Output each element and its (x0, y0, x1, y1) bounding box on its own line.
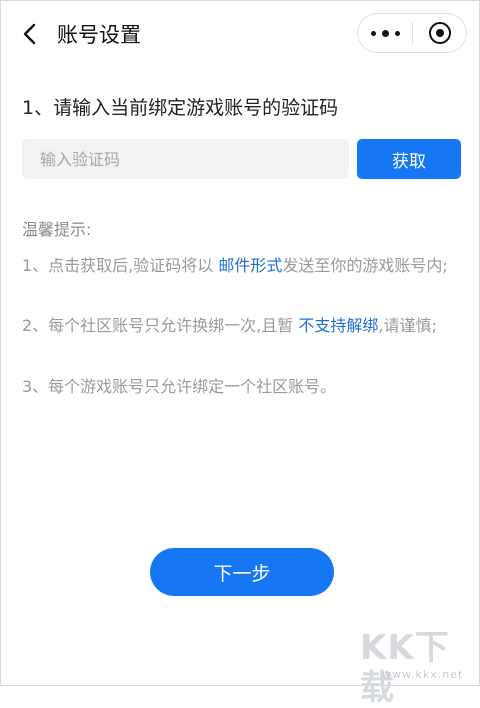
watermark-url: www.kkx.net (382, 668, 464, 681)
more-dots-icon (370, 30, 376, 36)
tip-1-text-before: 1、点击获取后,验证码将以 (22, 256, 219, 275)
watermark: KK下载 www.kkx.net (360, 628, 476, 708)
tip-1-text-after: 发送至你的游戏账号内; (282, 256, 448, 275)
more-dots-icon-right (394, 30, 400, 36)
tip-2-text-after: ,请谨慎; (378, 316, 437, 335)
get-code-button[interactable]: 获取 (357, 139, 461, 179)
navigation-bar: 账号设置 (0, 0, 480, 70)
tip-1-highlight: 邮件形式 (218, 256, 283, 275)
tip-item-1: 1、点击获取后,验证码将以 邮件形式发送至你的游戏账号内; (22, 253, 462, 279)
step-heading: 1、请输入当前绑定游戏账号的验证码 (22, 97, 339, 119)
more-dots-icon-center (381, 29, 389, 37)
tip-2-text-before: 2、每个社区账号只允许换绑一次,且暂 (22, 316, 299, 335)
page-title: 账号设置 (57, 23, 141, 47)
close-button[interactable] (413, 14, 466, 52)
tip-2-highlight: 不支持解绑 (298, 316, 379, 335)
more-button[interactable] (358, 14, 412, 52)
back-button[interactable] (16, 20, 44, 48)
tips-title: 温馨提示: (22, 220, 92, 239)
miniprogram-capsule (357, 13, 467, 53)
next-step-button[interactable]: 下一步 (150, 548, 334, 596)
tip-item-3: 3、每个游戏账号只允许绑定一个社区账号。 (22, 377, 337, 396)
tip-item-2: 2、每个社区账号只允许换绑一次,且暂 不支持解绑,请谨慎; (22, 313, 462, 339)
target-close-icon (428, 22, 451, 44)
verification-code-input[interactable] (22, 139, 349, 179)
chevron-left-icon (23, 23, 36, 45)
